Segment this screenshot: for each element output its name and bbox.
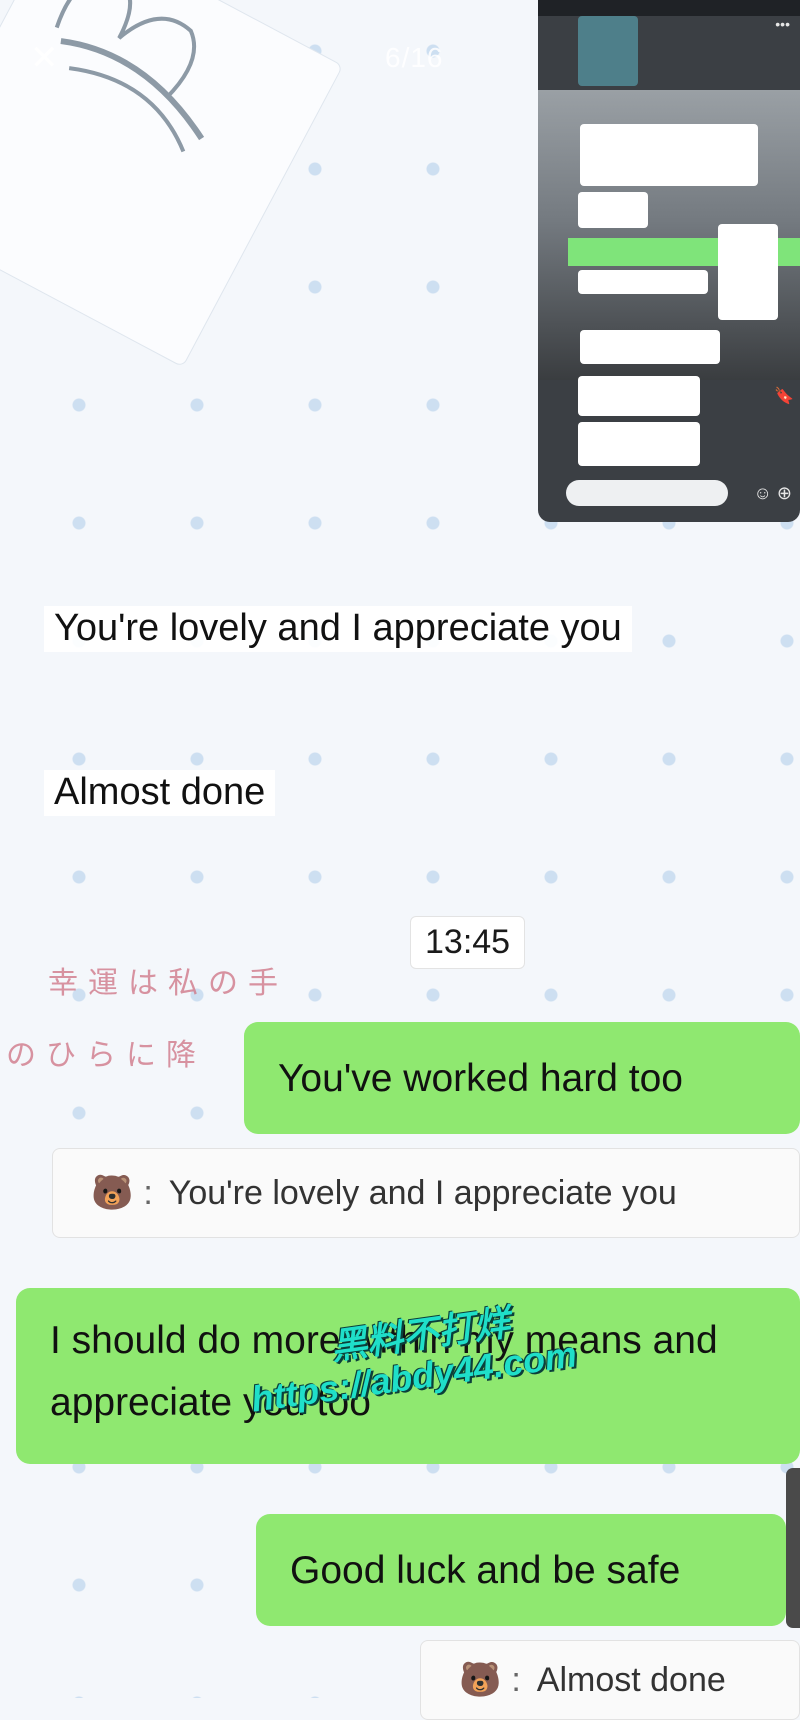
quoted-text: Almost done <box>536 1660 726 1699</box>
quoted-reply: 🐻 : You're lovely and I appreciate you <box>52 1148 800 1238</box>
embedded-status-bar <box>538 0 800 16</box>
page-counter: 6/16 <box>385 42 444 73</box>
redacted-block <box>578 422 700 466</box>
outgoing-message-bubble: Good luck and be safe <box>256 1514 786 1626</box>
embedded-chat-screenshot: ••• 🔖 ☺ ⊕ <box>538 0 800 522</box>
redacted-block <box>718 224 778 320</box>
quote-separator: : <box>143 1173 153 1212</box>
outgoing-message-bubble: I should do more within my means and app… <box>16 1288 800 1464</box>
embedded-map-thumbnail <box>578 16 638 86</box>
timestamp-text: 13:45 <box>425 923 511 961</box>
more-icon: ••• <box>775 16 790 32</box>
scroll-handle[interactable] <box>786 1468 800 1628</box>
quoted-text: You're lovely and I appreciate you <box>168 1173 677 1212</box>
redacted-block <box>578 192 648 228</box>
timestamp: 13:45 <box>410 916 526 969</box>
quote-separator: : <box>511 1660 521 1699</box>
outgoing-message-bubble: You've worked hard too <box>244 1022 800 1134</box>
redacted-block <box>578 270 708 294</box>
outgoing-message-text: I should do more within my means and app… <box>50 1319 718 1425</box>
decorative-handwriting: 幸運は私の手 <box>48 966 288 1001</box>
redacted-block <box>580 124 758 186</box>
bunny-drawing <box>54 0 205 153</box>
incoming-message: You're lovely and I appreciate you <box>44 606 632 652</box>
decorative-handwriting: のひらに降 <box>6 1038 206 1073</box>
bear-icon: 🐻 <box>459 1661 502 1699</box>
redacted-block <box>580 330 720 364</box>
redacted-block <box>578 376 700 416</box>
quoted-reply: 🐻 : Almost done <box>420 1640 800 1720</box>
incoming-message: Almost done <box>44 770 276 816</box>
embedded-input-field <box>566 480 728 506</box>
bookmark-icon: 🔖 <box>774 388 794 405</box>
bear-icon: 🐻 <box>91 1174 134 1212</box>
close-icon[interactable]: ✕ <box>30 38 59 78</box>
outgoing-message-text: Good luck and be safe <box>290 1549 681 1592</box>
emoji-icon: ☺ ⊕ <box>753 483 792 503</box>
outgoing-message-text: You've worked hard too <box>278 1057 683 1100</box>
